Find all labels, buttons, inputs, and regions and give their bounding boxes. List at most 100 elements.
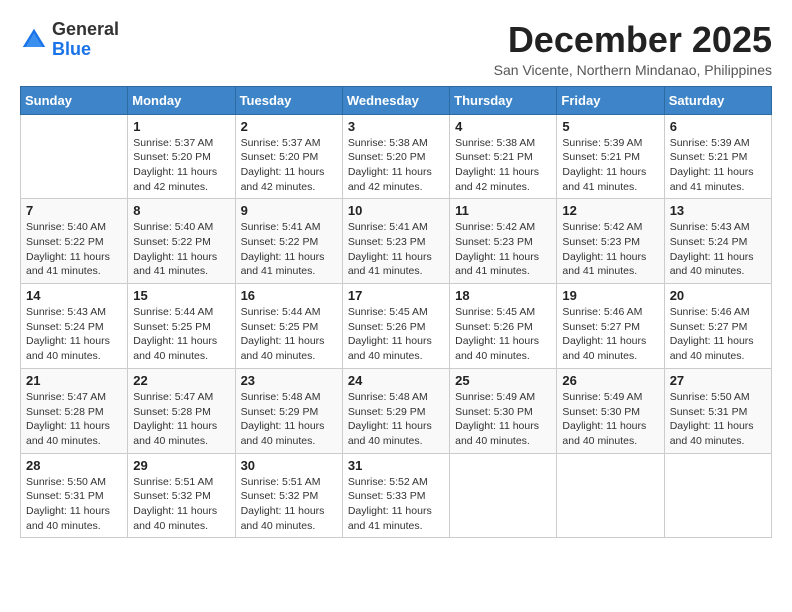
location-subtitle: San Vicente, Northern Mindanao, Philippi… xyxy=(494,62,772,78)
day-number: 17 xyxy=(348,288,444,303)
day-number: 21 xyxy=(26,373,122,388)
calendar-cell: 13 Sunrise: 5:43 AMSunset: 5:24 PMDayligh… xyxy=(664,199,771,284)
title-section: December 2025 San Vicente, Northern Mind… xyxy=(494,20,772,78)
day-info: Sunrise: 5:49 AMSunset: 5:30 PMDaylight:… xyxy=(455,390,551,449)
calendar-cell: 20 Sunrise: 5:46 AMSunset: 5:27 PMDayligh… xyxy=(664,284,771,369)
month-title: December 2025 xyxy=(494,20,772,60)
calendar-cell xyxy=(21,114,128,199)
calendar-cell: 23 Sunrise: 5:48 AMSunset: 5:29 PMDayligh… xyxy=(235,368,342,453)
day-info: Sunrise: 5:43 AMSunset: 5:24 PMDaylight:… xyxy=(670,220,766,279)
calendar-week-row: 14 Sunrise: 5:43 AMSunset: 5:24 PMDayligh… xyxy=(21,284,772,369)
day-info: Sunrise: 5:42 AMSunset: 5:23 PMDaylight:… xyxy=(562,220,658,279)
weekday-header-friday: Friday xyxy=(557,86,664,114)
day-info: Sunrise: 5:48 AMSunset: 5:29 PMDaylight:… xyxy=(241,390,337,449)
calendar-cell: 18Sunrise: 5:45 AMSunset: 5:26 PMDayligh… xyxy=(450,284,557,369)
calendar-cell: 4 Sunrise: 5:38 AMSunset: 5:21 PMDaylight… xyxy=(450,114,557,199)
day-info: Sunrise: 5:39 AMSunset: 5:21 PMDaylight:… xyxy=(562,136,658,195)
calendar-week-row: 21 Sunrise: 5:47 AMSunset: 5:28 PMDayligh… xyxy=(21,368,772,453)
day-info: Sunrise: 5:41 AMSunset: 5:22 PMDaylight:… xyxy=(241,220,337,279)
weekday-header-wednesday: Wednesday xyxy=(342,86,449,114)
day-info: Sunrise: 5:47 AMSunset: 5:28 PMDaylight:… xyxy=(133,390,229,449)
logo-text: General Blue xyxy=(52,20,119,60)
day-number: 14 xyxy=(26,288,122,303)
day-number: 5 xyxy=(562,119,658,134)
day-info: Sunrise: 5:37 AMSunset: 5:20 PMDaylight:… xyxy=(133,136,229,195)
day-info: Sunrise: 5:38 AMSunset: 5:21 PMDaylight:… xyxy=(455,136,551,195)
day-info: Sunrise: 5:38 AMSunset: 5:20 PMDaylight:… xyxy=(348,136,444,195)
day-number: 20 xyxy=(670,288,766,303)
calendar-cell: 2 Sunrise: 5:37 AMSunset: 5:20 PMDaylight… xyxy=(235,114,342,199)
calendar-cell: 28 Sunrise: 5:50 AMSunset: 5:31 PMDayligh… xyxy=(21,453,128,538)
day-number: 15 xyxy=(133,288,229,303)
day-info: Sunrise: 5:51 AMSunset: 5:32 PMDaylight:… xyxy=(133,475,229,534)
day-number: 28 xyxy=(26,458,122,473)
day-info: Sunrise: 5:47 AMSunset: 5:28 PMDaylight:… xyxy=(26,390,122,449)
weekday-header-saturday: Saturday xyxy=(664,86,771,114)
logo-icon xyxy=(20,26,48,54)
day-number: 23 xyxy=(241,373,337,388)
calendar-week-row: 1 Sunrise: 5:37 AMSunset: 5:20 PMDaylight… xyxy=(21,114,772,199)
day-number: 2 xyxy=(241,119,337,134)
day-number: 11 xyxy=(455,203,551,218)
day-info: Sunrise: 5:52 AMSunset: 5:33 PMDaylight:… xyxy=(348,475,444,534)
day-number: 6 xyxy=(670,119,766,134)
calendar-cell: 16Sunrise: 5:44 AMSunset: 5:25 PMDayligh… xyxy=(235,284,342,369)
calendar-week-row: 7Sunrise: 5:40 AMSunset: 5:22 PMDaylight… xyxy=(21,199,772,284)
day-number: 19 xyxy=(562,288,658,303)
weekday-header-sunday: Sunday xyxy=(21,86,128,114)
calendar-table: SundayMondayTuesdayWednesdayThursdayFrid… xyxy=(20,86,772,539)
calendar-cell: 26Sunrise: 5:49 AMSunset: 5:30 PMDayligh… xyxy=(557,368,664,453)
calendar-cell: 1 Sunrise: 5:37 AMSunset: 5:20 PMDaylight… xyxy=(128,114,235,199)
calendar-cell: 27 Sunrise: 5:50 AMSunset: 5:31 PMDayligh… xyxy=(664,368,771,453)
calendar-cell: 6 Sunrise: 5:39 AMSunset: 5:21 PMDaylight… xyxy=(664,114,771,199)
day-info: Sunrise: 5:43 AMSunset: 5:24 PMDaylight:… xyxy=(26,305,122,364)
day-number: 13 xyxy=(670,203,766,218)
day-info: Sunrise: 5:49 AMSunset: 5:30 PMDaylight:… xyxy=(562,390,658,449)
day-info: Sunrise: 5:48 AMSunset: 5:29 PMDaylight:… xyxy=(348,390,444,449)
day-info: Sunrise: 5:42 AMSunset: 5:23 PMDaylight:… xyxy=(455,220,551,279)
day-number: 9 xyxy=(241,203,337,218)
weekday-header-tuesday: Tuesday xyxy=(235,86,342,114)
day-info: Sunrise: 5:46 AMSunset: 5:27 PMDaylight:… xyxy=(670,305,766,364)
day-info: Sunrise: 5:41 AMSunset: 5:23 PMDaylight:… xyxy=(348,220,444,279)
calendar-cell: 12 Sunrise: 5:42 AMSunset: 5:23 PMDayligh… xyxy=(557,199,664,284)
day-info: Sunrise: 5:51 AMSunset: 5:32 PMDaylight:… xyxy=(241,475,337,534)
weekday-header-row: SundayMondayTuesdayWednesdayThursdayFrid… xyxy=(21,86,772,114)
calendar-cell xyxy=(664,453,771,538)
day-info: Sunrise: 5:39 AMSunset: 5:21 PMDaylight:… xyxy=(670,136,766,195)
day-number: 1 xyxy=(133,119,229,134)
day-info: Sunrise: 5:37 AMSunset: 5:20 PMDaylight:… xyxy=(241,136,337,195)
calendar-cell: 15Sunrise: 5:44 AMSunset: 5:25 PMDayligh… xyxy=(128,284,235,369)
day-number: 22 xyxy=(133,373,229,388)
day-info: Sunrise: 5:50 AMSunset: 5:31 PMDaylight:… xyxy=(670,390,766,449)
day-info: Sunrise: 5:50 AMSunset: 5:31 PMDaylight:… xyxy=(26,475,122,534)
calendar-cell: 29 Sunrise: 5:51 AMSunset: 5:32 PMDayligh… xyxy=(128,453,235,538)
calendar-cell: 21 Sunrise: 5:47 AMSunset: 5:28 PMDayligh… xyxy=(21,368,128,453)
day-number: 8 xyxy=(133,203,229,218)
day-info: Sunrise: 5:40 AMSunset: 5:22 PMDaylight:… xyxy=(133,220,229,279)
day-number: 30 xyxy=(241,458,337,473)
day-number: 16 xyxy=(241,288,337,303)
day-info: Sunrise: 5:40 AMSunset: 5:22 PMDaylight:… xyxy=(26,220,122,279)
calendar-cell: 31 Sunrise: 5:52 AMSunset: 5:33 PMDayligh… xyxy=(342,453,449,538)
calendar-cell: 17 Sunrise: 5:45 AMSunset: 5:26 PMDayligh… xyxy=(342,284,449,369)
calendar-cell: 30 Sunrise: 5:51 AMSunset: 5:32 PMDayligh… xyxy=(235,453,342,538)
calendar-week-row: 28 Sunrise: 5:50 AMSunset: 5:31 PMDayligh… xyxy=(21,453,772,538)
calendar-cell: 11 Sunrise: 5:42 AMSunset: 5:23 PMDayligh… xyxy=(450,199,557,284)
calendar-cell: 19 Sunrise: 5:46 AMSunset: 5:27 PMDayligh… xyxy=(557,284,664,369)
day-number: 10 xyxy=(348,203,444,218)
day-number: 27 xyxy=(670,373,766,388)
day-number: 31 xyxy=(348,458,444,473)
calendar-cell xyxy=(450,453,557,538)
day-number: 29 xyxy=(133,458,229,473)
day-number: 4 xyxy=(455,119,551,134)
day-number: 12 xyxy=(562,203,658,218)
day-info: Sunrise: 5:46 AMSunset: 5:27 PMDaylight:… xyxy=(562,305,658,364)
logo: General Blue xyxy=(20,20,119,60)
day-info: Sunrise: 5:45 AMSunset: 5:26 PMDaylight:… xyxy=(455,305,551,364)
calendar-cell: 22 Sunrise: 5:47 AMSunset: 5:28 PMDayligh… xyxy=(128,368,235,453)
day-info: Sunrise: 5:45 AMSunset: 5:26 PMDaylight:… xyxy=(348,305,444,364)
weekday-header-thursday: Thursday xyxy=(450,86,557,114)
calendar-cell: 25Sunrise: 5:49 AMSunset: 5:30 PMDayligh… xyxy=(450,368,557,453)
day-number: 3 xyxy=(348,119,444,134)
